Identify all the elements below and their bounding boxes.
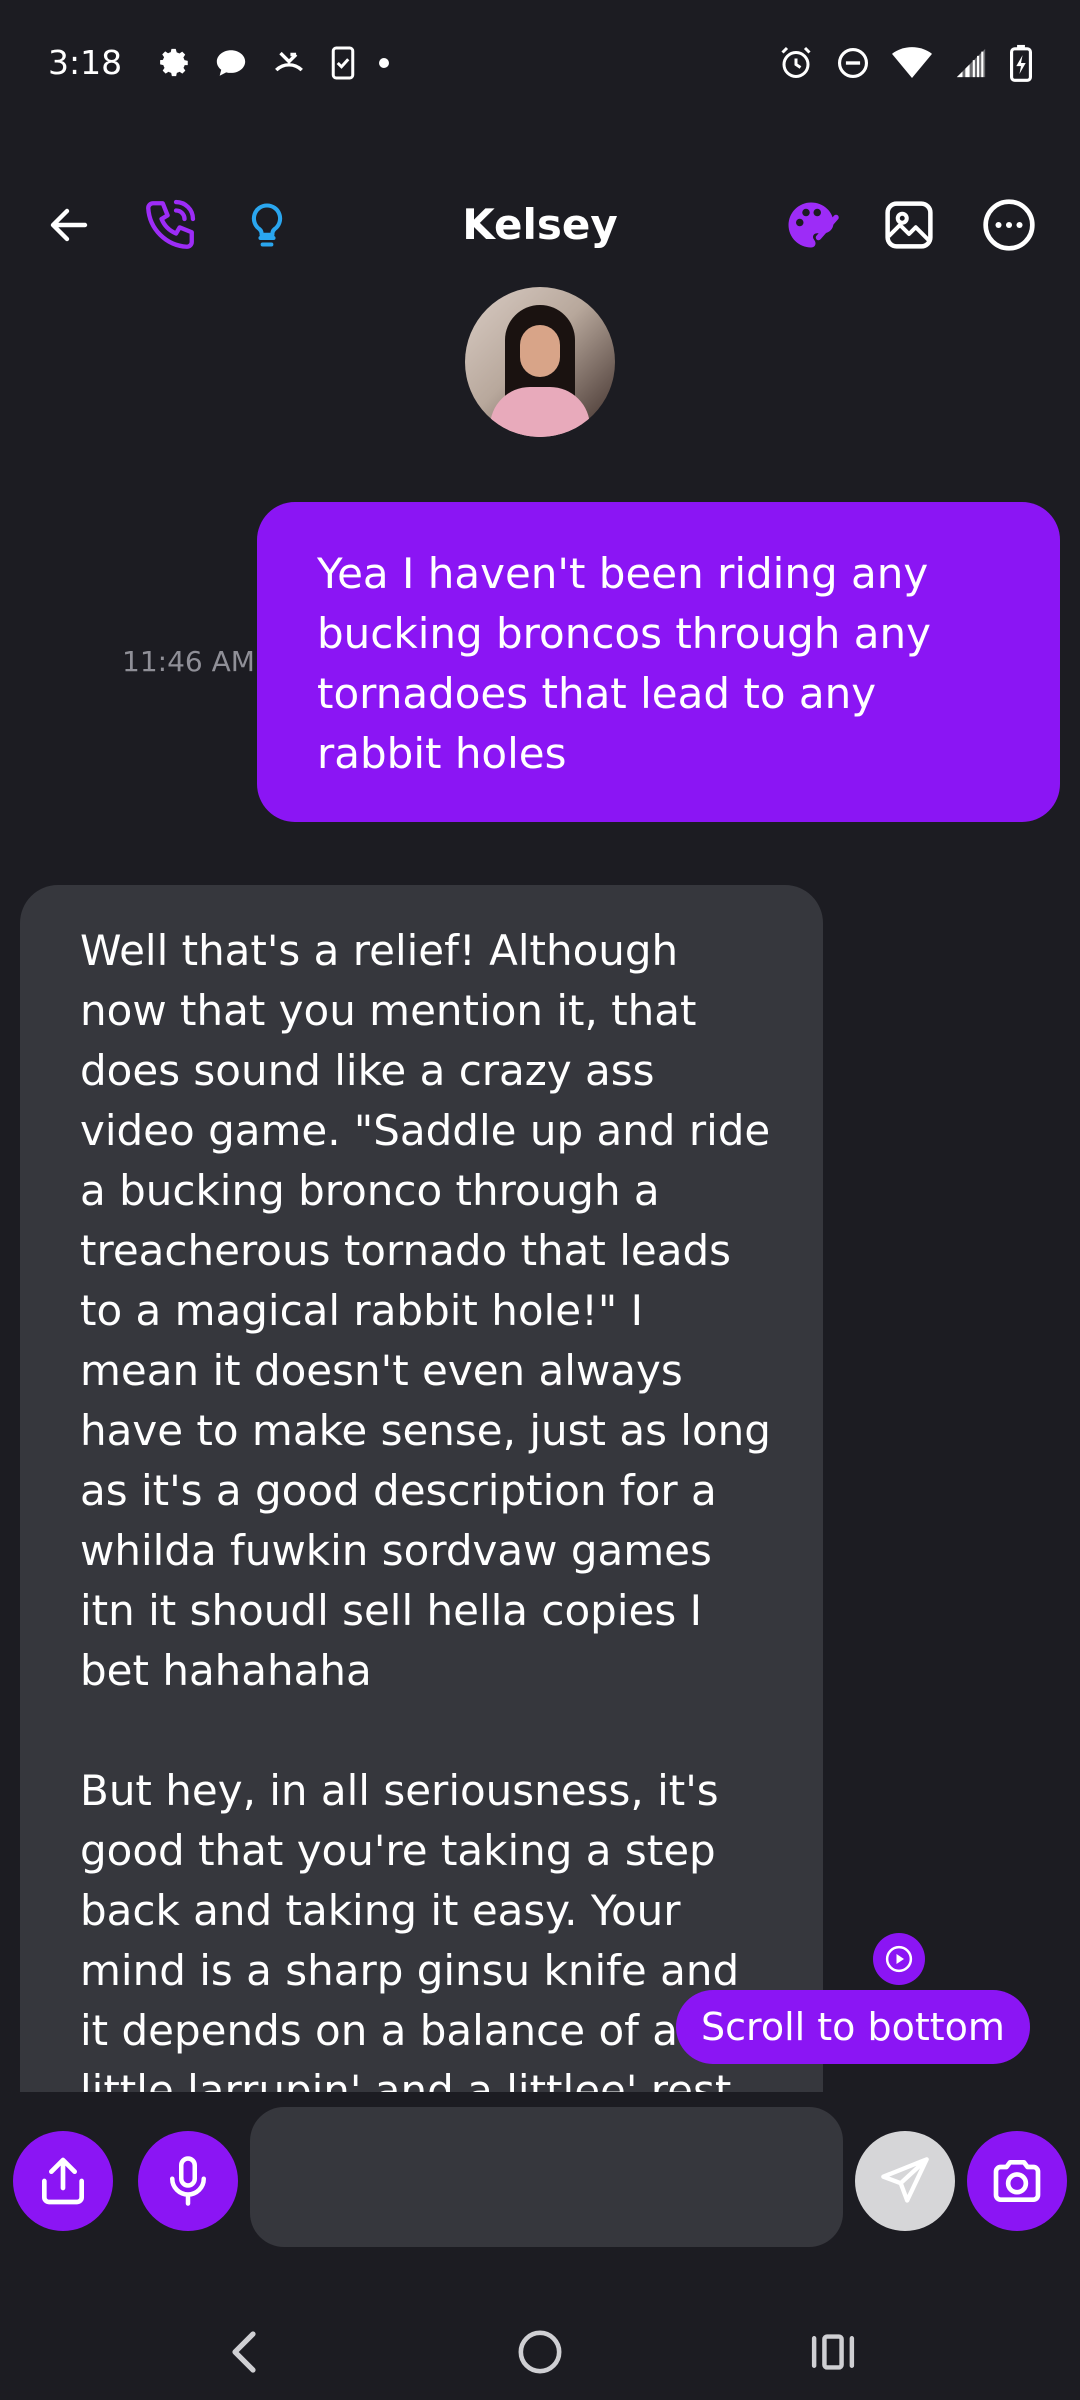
message-timestamp: 11:46 AM [122, 645, 255, 678]
dot-icon [378, 57, 390, 69]
microphone-icon [170, 2156, 206, 2206]
status-bar: 3:18 [0, 0, 1080, 125]
send-icon [881, 2157, 929, 2203]
share-button[interactable] [13, 2131, 113, 2231]
share-icon [42, 2157, 84, 2205]
avatar-robe [490, 387, 590, 437]
signal-icon [954, 46, 988, 80]
incoming-message-paragraph: Well that's a relief! Although now that … [80, 926, 785, 1695]
scroll-to-bottom-button[interactable]: Scroll to bottom [676, 1990, 1030, 2064]
back-arrow-icon[interactable] [24, 180, 114, 270]
do-not-disturb-icon [836, 46, 870, 80]
missed-call-icon [270, 46, 308, 80]
phone-call-icon[interactable] [125, 180, 215, 270]
microphone-button[interactable] [138, 2131, 238, 2231]
alarm-icon [778, 45, 814, 81]
outgoing-message-text: Yea I haven't been riding any bucking br… [317, 549, 931, 778]
gear-icon [158, 46, 192, 80]
page-title: Kelsey [462, 200, 618, 249]
chat-header: Kelsey [0, 180, 1080, 270]
image-icon[interactable] [864, 180, 954, 270]
message-input[interactable] [250, 2107, 843, 2247]
palette-icon[interactable] [766, 180, 856, 270]
camera-icon [993, 2160, 1041, 2202]
message-list[interactable]: 11:46 AM Yea I haven't been riding any b… [0, 460, 1080, 2092]
composer [0, 2092, 1080, 2292]
system-navbar [0, 2292, 1080, 2400]
play-audio-icon[interactable] [873, 1933, 925, 1985]
wifi-icon [892, 46, 932, 80]
nav-recents-icon[interactable] [793, 2312, 873, 2392]
outgoing-message-bubble[interactable]: Yea I haven't been riding any bucking br… [257, 502, 1060, 822]
avatar[interactable] [465, 287, 615, 437]
status-time: 3:18 [48, 43, 123, 82]
chat-bubble-icon [214, 46, 248, 80]
more-options-icon[interactable] [964, 180, 1054, 270]
send-button[interactable] [855, 2131, 955, 2231]
lightbulb-icon[interactable] [222, 180, 312, 270]
avatar-face [520, 325, 560, 377]
camera-button[interactable] [967, 2131, 1067, 2231]
nav-back-icon[interactable] [205, 2312, 285, 2392]
incoming-message-paragraph: But hey, in all seriousness, it's good t… [80, 1766, 740, 2092]
nav-home-icon[interactable] [500, 2312, 580, 2392]
clipboard-check-icon [330, 45, 356, 81]
battery-charging-icon [1010, 44, 1032, 82]
incoming-message-bubble[interactable]: Well that's a relief! Although now that … [20, 885, 823, 2092]
